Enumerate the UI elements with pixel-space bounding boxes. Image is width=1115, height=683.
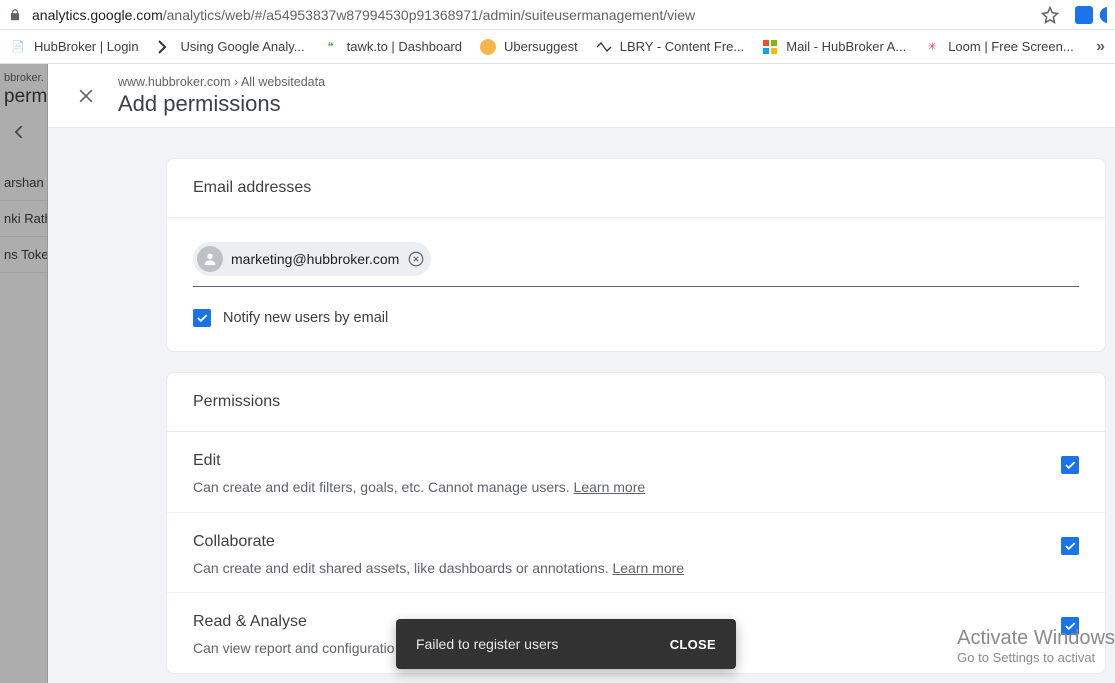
page-title: Add permissions <box>118 91 325 117</box>
bookmark-item[interactable]: Mail - HubBroker A... <box>762 39 906 55</box>
slideover-panel: www.hubbroker.com › All websitedata Add … <box>48 64 1115 683</box>
close-icon[interactable] <box>76 86 96 106</box>
bookmark-item[interactable]: LBRY - Content Fre... <box>596 39 745 55</box>
bookmarks-bar: 📄HubBroker | Login Using Google Analy...… <box>0 30 1115 64</box>
learn-more-link[interactable]: Learn more <box>612 560 684 576</box>
notify-checkbox[interactable] <box>193 309 211 327</box>
microsoft-icon <box>762 39 778 55</box>
bookmark-item[interactable]: ❝tawk.to | Dashboard <box>323 39 462 55</box>
panel-header: www.hubbroker.com › All websitedata Add … <box>48 64 1115 128</box>
toast-text: Failed to register users <box>416 636 558 652</box>
url-text[interactable]: analytics.google.com/analytics/web/#/a54… <box>32 7 1041 23</box>
email-chip: marketing@hubbroker.com <box>193 242 431 276</box>
bookmarks-overflow-icon[interactable]: » <box>1096 38 1105 56</box>
bookmark-item[interactable]: ✳Loom | Free Screen... <box>924 39 1074 55</box>
card-header: Email addresses <box>167 159 1105 218</box>
permission-description: Can create and edit filters, goals, etc.… <box>193 478 1041 498</box>
learn-more-link[interactable]: Learn more <box>574 479 646 495</box>
permission-title: Collaborate <box>193 533 1041 551</box>
permission-checkbox[interactable] <box>1061 456 1079 474</box>
permission-checkbox[interactable] <box>1061 617 1079 635</box>
permission-row-collaborate: Collaborate Can create and edit shared a… <box>167 513 1105 594</box>
ubersuggest-icon <box>480 39 496 55</box>
email-addresses-card: Email addresses marketing@hubbroker.com <box>166 158 1106 352</box>
file-icon: 📄 <box>10 39 26 55</box>
permission-checkbox[interactable] <box>1061 537 1079 555</box>
bookmark-item[interactable]: Using Google Analy... <box>157 39 305 55</box>
toast-close-button[interactable]: CLOSE <box>670 637 716 652</box>
profile-icon[interactable] <box>1099 4 1107 26</box>
loom-icon: ✳ <box>924 39 940 55</box>
modal-backdrop[interactable] <box>0 64 48 683</box>
avatar-icon <box>197 246 223 272</box>
bookmark-item[interactable]: Ubersuggest <box>480 39 578 55</box>
extension-icon[interactable] <box>1075 6 1093 24</box>
toast-notification: Failed to register users CLOSE <box>396 619 736 669</box>
permission-title: Edit <box>193 452 1041 470</box>
chip-email-text: marketing@hubbroker.com <box>231 251 399 267</box>
bookmark-item[interactable]: 📄HubBroker | Login <box>10 39 139 55</box>
star-icon[interactable] <box>1041 6 1059 24</box>
lock-icon <box>8 8 22 22</box>
permission-row-edit: Edit Can create and edit filters, goals,… <box>167 432 1105 513</box>
card-header: Permissions <box>167 373 1105 432</box>
tawk-icon: ❝ <box>323 39 339 55</box>
breadcrumb: www.hubbroker.com › All websitedata <box>118 75 325 89</box>
panel-body: Email addresses marketing@hubbroker.com <box>48 128 1115 683</box>
browser-url-bar: analytics.google.com/analytics/web/#/a54… <box>0 0 1115 30</box>
analytics-icon <box>157 39 173 55</box>
chip-remove-icon[interactable] <box>407 250 425 268</box>
permission-description: Can create and edit shared assets, like … <box>193 559 1041 579</box>
email-input-line[interactable]: marketing@hubbroker.com <box>193 242 1079 287</box>
notify-label: Notify new users by email <box>223 310 388 326</box>
lbry-icon <box>596 39 612 55</box>
